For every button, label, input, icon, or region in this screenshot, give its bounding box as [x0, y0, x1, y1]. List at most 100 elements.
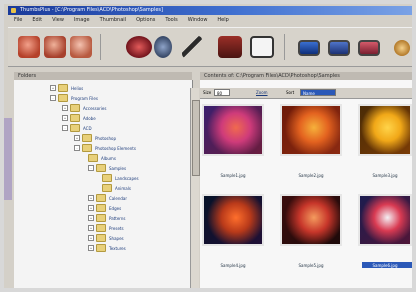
- size-field[interactable]: 80: [214, 89, 230, 96]
- thumbnail-image[interactable]: [202, 194, 264, 246]
- tree-item[interactable]: + Helios: [50, 84, 83, 92]
- tree-item-label: Patterns: [109, 215, 126, 221]
- help-icon[interactable]: [394, 40, 410, 56]
- thumbnail-image[interactable]: [358, 104, 412, 156]
- tree-item-label: Textures: [109, 245, 126, 251]
- tree-item-label: ACD: [83, 125, 92, 131]
- expand-toggle-icon[interactable]: -: [74, 145, 80, 151]
- tree-item[interactable]: + Photoshop: [74, 134, 116, 142]
- background-stripe: [0, 118, 12, 200]
- thumbnail-image[interactable]: [202, 104, 264, 156]
- expand-toggle-icon[interactable]: +: [74, 135, 80, 141]
- sort-select[interactable]: Name: [300, 89, 336, 96]
- zoom-button[interactable]: Zoom: [256, 89, 268, 96]
- folder-icon: [96, 194, 106, 202]
- thumbnail-caption: Sample6.jpg: [372, 263, 398, 268]
- folder-icon: [70, 124, 80, 132]
- expand-toggle-icon[interactable]: +: [88, 205, 94, 211]
- toolbar-separator: [100, 34, 101, 60]
- app-icon: [11, 8, 16, 13]
- expand-toggle-icon[interactable]: +: [88, 225, 94, 231]
- folder-icon: [70, 114, 80, 122]
- tree-item-label: Calendar: [109, 195, 127, 201]
- expand-toggle-icon[interactable]: +: [88, 245, 94, 251]
- tree-item-label: Adobe: [83, 115, 96, 121]
- tree-item[interactable]: + Accessories: [62, 104, 106, 112]
- tree-item[interactable]: + Textures: [88, 244, 126, 252]
- tree-item[interactable]: + Presets: [88, 224, 124, 232]
- expand-toggle-icon[interactable]: +: [62, 105, 68, 111]
- expand-toggle-icon[interactable]: +: [88, 195, 94, 201]
- folder-icon: [96, 234, 106, 242]
- tree-item-label: Samples: [109, 165, 127, 171]
- tree-item-label: Photoshop Elements: [95, 145, 136, 151]
- expand-toggle-icon[interactable]: +: [62, 115, 68, 121]
- tree-item-label: Shapes: [109, 235, 124, 241]
- tree-item-label: Albums: [101, 155, 116, 161]
- tree-item[interactable]: - Samples: [88, 164, 126, 172]
- size-label: Size: [203, 90, 212, 95]
- tree-item[interactable]: Albums: [88, 154, 116, 162]
- thumbnail-image[interactable]: [358, 194, 412, 246]
- menu-thumbnail[interactable]: Thumbnail: [100, 16, 126, 25]
- menu-options[interactable]: Options: [136, 16, 155, 25]
- picture-icon[interactable]: [328, 40, 350, 56]
- menu-help[interactable]: Help: [217, 16, 228, 25]
- tree-item[interactable]: + Adobe: [62, 114, 96, 122]
- tree-item[interactable]: + Patterns: [88, 214, 125, 222]
- expand-toggle-icon[interactable]: +: [88, 235, 94, 241]
- scrollbar-thumb[interactable]: [192, 100, 200, 176]
- tree-item[interactable]: + Edges: [88, 204, 121, 212]
- main-toolbar: [8, 27, 412, 67]
- menu-edit[interactable]: Edit: [32, 16, 42, 25]
- menu-window[interactable]: Window: [188, 16, 208, 25]
- menu-view[interactable]: View: [52, 16, 64, 25]
- expand-toggle-icon[interactable]: -: [62, 125, 68, 131]
- thumbnail-caption: Sample4.jpg: [220, 263, 246, 268]
- camera-icon[interactable]: [218, 36, 242, 58]
- slideshow-icon[interactable]: [358, 40, 380, 56]
- tree-item-label: Landscapes: [115, 175, 139, 181]
- folders-pane-header: Folders: [14, 72, 192, 80]
- thumbnail-image[interactable]: [280, 104, 342, 156]
- stamp-icon[interactable]: [44, 36, 66, 58]
- tree-item[interactable]: Animals: [102, 184, 131, 192]
- thumbnail-caption: Sample2.jpg: [298, 173, 324, 178]
- brush-icon[interactable]: [182, 36, 202, 58]
- contents-pane-header: Contents of: C:\Program Files\ACD\Photos…: [200, 72, 412, 80]
- application-window: ThumbsPlus - [C:\Program Files\ACD\Photo…: [0, 0, 416, 292]
- contents-pane-title: Contents of: C:\Program Files\ACD\Photos…: [204, 73, 340, 79]
- folder-icon: [70, 104, 80, 112]
- tree-item-label: Accessories: [83, 105, 107, 111]
- thumbnail-image[interactable]: [280, 194, 342, 246]
- folder-icon: [102, 174, 112, 182]
- expand-toggle-icon[interactable]: +: [50, 85, 56, 91]
- tree-item[interactable]: Landscapes: [102, 174, 139, 182]
- hand-icon[interactable]: [70, 36, 92, 58]
- tree-item[interactable]: - Photoshop Elements: [74, 144, 136, 152]
- folder-icon: [96, 224, 106, 232]
- expand-toggle-icon[interactable]: -: [50, 95, 56, 101]
- frame-icon[interactable]: [250, 36, 274, 58]
- window-title: ThumbsPlus - [C:\Program Files\ACD\Photo…: [20, 7, 163, 13]
- menu-image[interactable]: Image: [74, 16, 90, 25]
- folder-icon: [58, 84, 68, 92]
- menu-file[interactable]: File: [14, 16, 22, 25]
- expand-toggle-icon[interactable]: -: [88, 165, 94, 171]
- folder-icon: [96, 244, 106, 252]
- menu-tools[interactable]: Tools: [165, 16, 177, 25]
- folder-icon: [82, 144, 92, 152]
- tree-item[interactable]: - ACD: [62, 124, 92, 132]
- eye-icon[interactable]: [126, 36, 152, 58]
- toolbar-separator: [284, 34, 285, 60]
- tree-item[interactable]: - Program Files: [50, 94, 98, 102]
- tree-scrollbar[interactable]: [190, 88, 200, 288]
- gears-icon[interactable]: [154, 36, 172, 58]
- monitor-icon[interactable]: [298, 40, 320, 56]
- tree-item[interactable]: + Calendar: [88, 194, 127, 202]
- expand-toggle-icon[interactable]: +: [88, 215, 94, 221]
- bag-icon[interactable]: [18, 36, 40, 58]
- tree-item[interactable]: + Shapes: [88, 234, 124, 242]
- thumbnail-caption: Sample1.jpg: [220, 173, 246, 178]
- tree-item-label: Helios: [71, 85, 84, 91]
